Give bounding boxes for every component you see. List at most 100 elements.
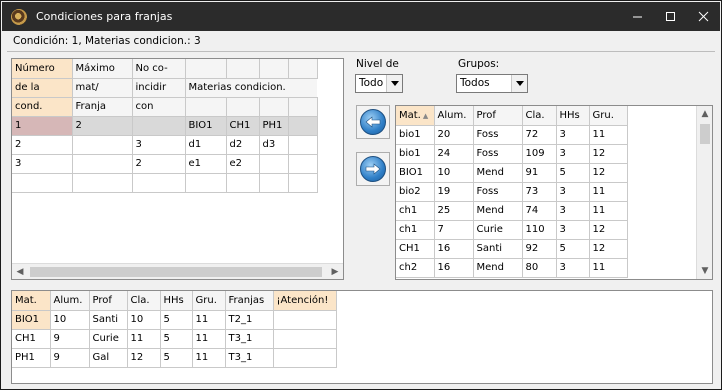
table-cell[interactable]: 92 [522,239,557,259]
table-cell[interactable]: 109 [522,144,557,164]
grupos-dropdown-button[interactable] [511,75,527,92]
table-cell[interactable]: ch1 [396,201,435,221]
scrollbar-thumb[interactable] [30,267,322,277]
table-cell[interactable]: 11 [192,329,226,349]
table-row[interactable]: CH1 16 Santi 92 5 12 [396,239,628,259]
table-cell[interactable]: Foss [473,125,523,145]
table-cell[interactable]: 74 [522,201,557,221]
table-cell[interactable]: 10 [50,310,90,330]
table-cell[interactable]: CH1 [226,116,260,136]
table-cell[interactable]: ch1 [396,220,435,240]
table-cell[interactable]: T2_1 [225,310,274,330]
column-header[interactable]: HHs [556,106,590,126]
table-cell[interactable]: T3_1 [225,348,274,368]
table-cell[interactable] [72,154,133,174]
table-cell[interactable]: 12 [589,239,628,259]
table-row[interactable]: BIO1 10 Santi 10 5 11 T2_1 [12,310,337,330]
table-cell[interactable]: 11 [192,348,226,368]
table-cell[interactable]: 11 [589,258,628,278]
table-cell[interactable]: Gal [89,348,128,368]
table-row[interactable]: 2 3 d1 d2 d3 [12,135,318,155]
table-row[interactable]: CH1 9 Curie 11 5 11 T3_1 [12,329,337,349]
table-cell[interactable]: PH1 [259,116,289,136]
table-cell[interactable]: 20 [434,125,474,145]
table-row[interactable] [12,173,318,193]
table-cell[interactable] [288,173,318,193]
table-cell[interactable] [12,173,73,193]
column-header-attention[interactable]: ¡Atención! [273,291,337,311]
table-cell[interactable]: Mend [473,258,523,278]
table-cell[interactable]: 12 [589,220,628,240]
column-header[interactable]: Cla. [522,106,557,126]
minimize-button[interactable] [621,2,654,31]
column-header[interactable]: Gru. [192,291,226,311]
table-row[interactable]: ch1 7 Curie 110 3 12 [396,220,628,240]
scroll-left-icon[interactable]: ◀ [12,264,28,280]
maximize-button[interactable] [654,2,687,31]
table-cell[interactable] [185,173,227,193]
vertical-scrollbar[interactable]: ▲ ▼ [696,106,712,279]
table-cell[interactable]: 2 [12,135,73,155]
table-cell[interactable]: 11 [192,310,226,330]
table-cell[interactable]: PH1 [12,348,51,368]
table-cell[interactable] [273,348,337,368]
table-cell[interactable]: 72 [522,125,557,145]
table-cell[interactable] [288,154,318,174]
table-cell[interactable]: BIO1 [396,163,435,183]
table-cell[interactable]: d3 [259,135,289,155]
table-cell[interactable]: 25 [434,201,474,221]
nivel-select[interactable]: Todo [355,74,403,93]
table-cell[interactable]: 1 [12,116,73,136]
table-cell[interactable]: Foss [473,144,523,164]
table-row[interactable]: bio2 19 Foss 73 3 11 [396,182,628,202]
table-row[interactable]: PH1 9 Gal 12 5 11 T3_1 [12,348,337,368]
grupos-select[interactable]: Todos [456,74,528,93]
table-cell[interactable]: 3 [556,125,590,145]
table-cell[interactable] [132,173,186,193]
nivel-dropdown-button[interactable] [386,75,402,92]
table-cell[interactable]: bio1 [396,125,435,145]
table-cell[interactable]: 5 [160,348,193,368]
table-row[interactable]: bio1 24 Foss 109 3 12 [396,144,628,164]
table-cell[interactable]: Curie [89,329,128,349]
table-row[interactable]: ch2 16 Mend 80 3 11 [396,258,628,278]
subjects-grid[interactable]: Mat. ▲ Alum. Prof Cla. HHs Gru. bio1 20 Fos… [395,105,713,280]
table-cell[interactable]: 12 [589,163,628,183]
table-cell[interactable]: 110 [522,220,557,240]
table-cell[interactable]: BIO1 [185,116,227,136]
table-cell[interactable]: 80 [522,258,557,278]
table-cell[interactable]: 12 [127,348,161,368]
table-cell[interactable]: 3 [556,258,590,278]
table-cell[interactable]: 3 [132,135,186,155]
table-cell[interactable]: d1 [185,135,227,155]
scroll-down-icon[interactable]: ▼ [697,263,713,279]
table-cell[interactable] [273,310,337,330]
table-cell[interactable]: ch2 [396,258,435,278]
table-cell[interactable]: Santi [89,310,128,330]
horizontal-scrollbar[interactable]: ◀ ▶ [12,263,343,279]
close-button[interactable] [687,2,720,31]
table-cell[interactable]: CH1 [12,329,51,349]
table-cell[interactable]: 5 [160,329,193,349]
column-header-mat[interactable]: Mat. ▲ [396,106,435,126]
table-cell[interactable]: 5 [556,163,590,183]
title-bar[interactable]: Condiciones para franjas [2,2,720,31]
table-cell[interactable] [132,116,186,136]
table-cell[interactable]: 7 [434,220,474,240]
table-cell[interactable]: 16 [434,239,474,259]
table-cell[interactable]: bio1 [396,144,435,164]
table-row[interactable]: bio1 20 Foss 72 3 11 [396,125,628,145]
selected-grid[interactable]: Mat. Alum. Prof Cla. HHs Gru. Franjas ¡A… [11,290,713,384]
move-right-button[interactable] [356,152,390,186]
table-row[interactable]: 3 2 e1 e2 [12,154,318,174]
column-header[interactable]: Alum. [434,106,474,126]
scroll-up-icon[interactable]: ▲ [697,106,713,122]
table-cell[interactable]: Santi [473,239,523,259]
table-cell[interactable]: 3 [556,201,590,221]
table-cell[interactable] [72,135,133,155]
table-row[interactable]: 1 2 BIO1 CH1 PH1 [12,116,318,136]
table-cell[interactable]: 73 [522,182,557,202]
column-header[interactable]: HHs [160,291,193,311]
table-cell[interactable]: 11 [589,125,628,145]
table-cell[interactable]: 11 [127,329,161,349]
